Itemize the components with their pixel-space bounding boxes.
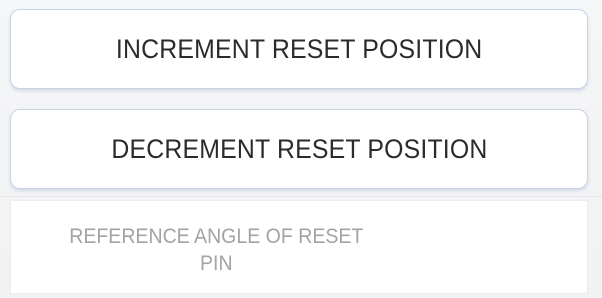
increment-reset-position-button[interactable]: INCREMENT RESET POSITION [10, 9, 588, 89]
reference-angle-label-line2: PIN [200, 252, 233, 275]
decrement-button-label: DECREMENT RESET POSITION [110, 133, 488, 164]
decrement-reset-position-button[interactable]: DECREMENT RESET POSITION [10, 109, 588, 189]
reference-angle-label: REFERENCE ANGLE OF RESET PIN [21, 223, 412, 277]
section-divider [0, 196, 602, 197]
increment-button-label: INCREMENT RESET POSITION [115, 33, 483, 64]
reference-angle-label-line1: REFERENCE ANGLE OF RESET [69, 225, 364, 248]
reset-control-panel: INCREMENT RESET POSITION DECREMENT RESET… [0, 0, 602, 298]
reference-angle-readout: REFERENCE ANGLE OF RESET PIN [10, 200, 588, 294]
